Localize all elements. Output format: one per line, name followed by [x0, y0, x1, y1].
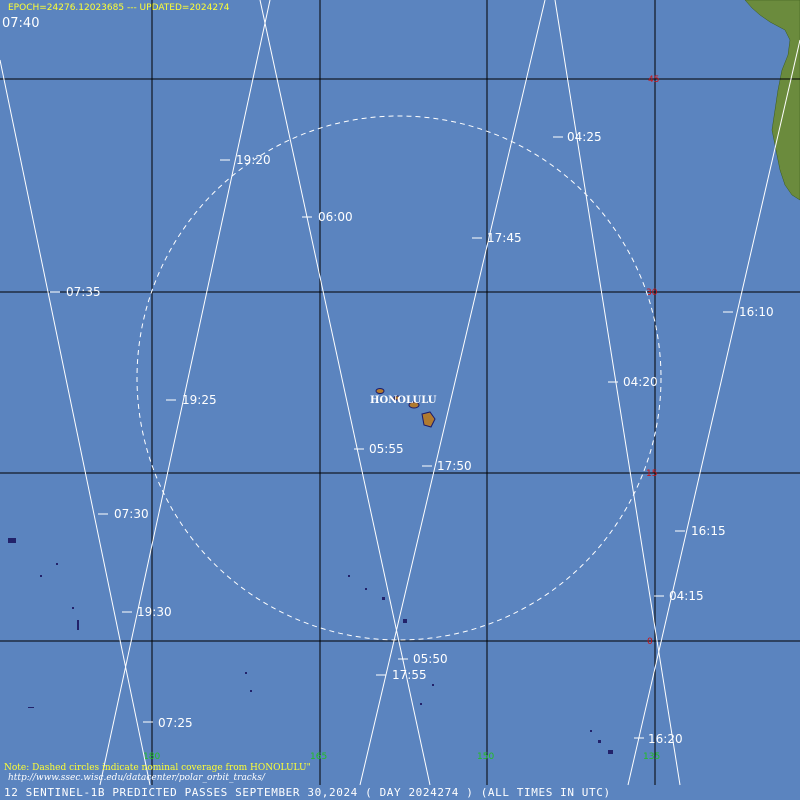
- atoll: [77, 620, 79, 630]
- pass-time-label: 16:10: [739, 305, 774, 319]
- source-url: http://www.ssec.wisc.edu/datacenter/pola…: [8, 773, 265, 783]
- epoch-header: EPOCH=24276.12023685 --- UPDATED=2024274: [8, 3, 230, 13]
- atoll: [250, 690, 252, 692]
- pass-time-label: 19:20: [236, 153, 271, 167]
- pass-time-label: 07:35: [66, 285, 101, 299]
- atoll: [245, 672, 247, 674]
- pass-time-label: 17:45: [487, 231, 522, 245]
- atoll: [403, 619, 407, 623]
- longitude-label-180: 180: [143, 752, 160, 762]
- atoll: [28, 707, 34, 708]
- atoll: [8, 538, 16, 543]
- pass-time-label: 05:55: [369, 442, 404, 456]
- latitude-label-15: 15: [646, 469, 657, 479]
- atoll: [432, 684, 434, 686]
- atoll: [382, 597, 385, 600]
- coverage-note: Note: Dashed circles indicate nominal co…: [4, 763, 311, 773]
- polar-orbit-track-map: 45 30 15 0 180 165 150 135 HONOLULU 19:2…: [0, 0, 800, 800]
- pass-time-label: 04:15: [669, 589, 704, 603]
- longitude-label-150: 150: [477, 752, 494, 762]
- atoll: [56, 563, 58, 565]
- longitude-label-165: 165: [310, 752, 327, 762]
- atoll: [72, 607, 74, 609]
- pass-time-label: 07:25: [158, 716, 193, 730]
- atoll: [608, 750, 613, 754]
- pass-time-label: 17:50: [437, 459, 472, 473]
- pass-time-label: 07:30: [114, 507, 149, 521]
- pass-time-label: 05:50: [413, 652, 448, 666]
- atoll: [348, 575, 350, 577]
- pass-time-label: 04:20: [623, 375, 658, 389]
- footer-caption: 12 SENTINEL-1B PREDICTED PASSES SEPTEMBE…: [0, 786, 800, 800]
- latitude-label-30: 30: [646, 288, 658, 298]
- latitude-label-0: 0: [647, 637, 653, 647]
- latitude-label-45: 45: [648, 75, 659, 85]
- pass-time-label: 06:00: [318, 210, 353, 224]
- kauai-island: [375, 388, 385, 394]
- pass-time-label: 17:55: [392, 668, 427, 682]
- atoll: [365, 588, 367, 590]
- atoll: [598, 740, 601, 743]
- pass-time-label: 16:15: [691, 524, 726, 538]
- atoll: [40, 575, 42, 577]
- pass-time-label: 16:20: [648, 732, 683, 746]
- atoll: [420, 703, 422, 705]
- longitude-label-135: 135: [643, 752, 660, 762]
- pass-time-label: 04:25: [567, 130, 602, 144]
- pass-time-label: 19:25: [182, 393, 217, 407]
- corner-pass-time: 07:40: [2, 16, 40, 31]
- atoll: [590, 730, 592, 732]
- pass-time-label: 19:30: [137, 605, 172, 619]
- footer-caption-text: 12 SENTINEL-1B PREDICTED PASSES SEPTEMBE…: [4, 786, 611, 799]
- station-label: HONOLULU: [370, 395, 437, 406]
